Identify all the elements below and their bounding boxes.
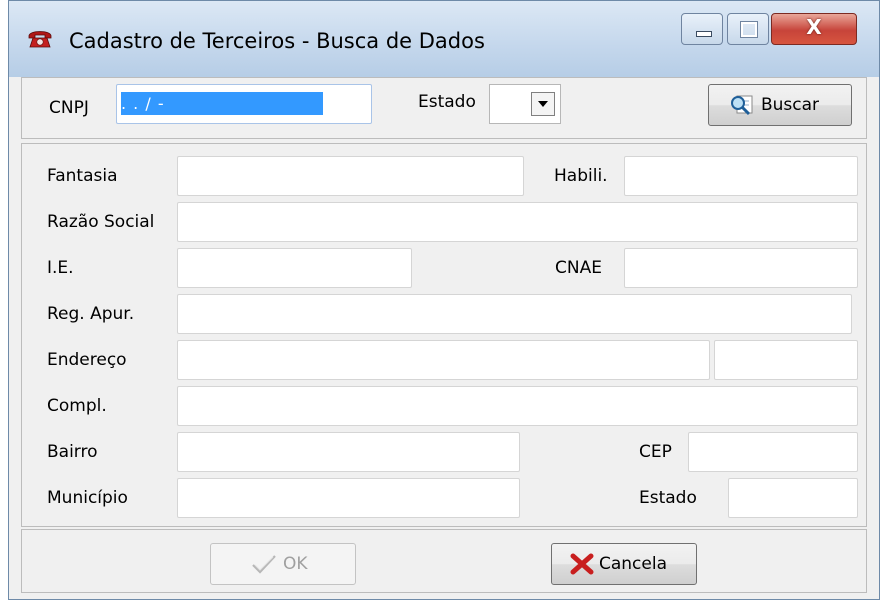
- cep-input[interactable]: [688, 432, 858, 472]
- search-panel: CNPJ . . / - Estado Buscar: [21, 77, 867, 139]
- telephone-icon: [28, 31, 52, 48]
- red-x-icon: [570, 553, 594, 575]
- dialog-window: Cadastro de Terceiros - Busca de Dados X…: [8, 0, 880, 600]
- cnae-input[interactable]: [624, 248, 858, 288]
- compl-input[interactable]: [177, 386, 858, 426]
- dropdown-arrow[interactable]: [531, 92, 555, 116]
- endereco-label: Endereço: [47, 350, 127, 370]
- bairro-label: Bairro: [47, 442, 98, 462]
- minimize-button[interactable]: [681, 13, 723, 45]
- cnae-label: CNAE: [555, 258, 602, 278]
- razao-social-label: Razão Social: [47, 212, 155, 232]
- cancel-button[interactable]: Cancela: [551, 543, 697, 585]
- cnpj-input[interactable]: . . / -: [116, 84, 372, 124]
- chevron-down-icon: [538, 101, 548, 107]
- estado-input[interactable]: [728, 478, 858, 518]
- data-form: Fantasia Habili. Razão Social I.E. CNAE …: [21, 143, 867, 527]
- reg-apur-input[interactable]: [177, 294, 852, 334]
- checkmark-icon: [252, 555, 276, 574]
- municipio-label: Município: [47, 488, 128, 508]
- ok-label: OK: [283, 554, 308, 574]
- title-bar[interactable]: Cadastro de Terceiros - Busca de Dados X: [9, 1, 879, 77]
- button-bar: OK Cancela: [21, 529, 867, 593]
- fantasia-label: Fantasia: [47, 166, 118, 186]
- municipio-input[interactable]: [177, 478, 520, 518]
- habili-input[interactable]: [624, 156, 858, 196]
- search-magnifier-icon: [731, 95, 753, 116]
- endereco-input[interactable]: [177, 340, 710, 380]
- buscar-label: Buscar: [761, 95, 820, 115]
- maximize-icon: [740, 21, 758, 38]
- habili-label: Habili.: [554, 166, 608, 186]
- cnpj-label: CNPJ: [49, 98, 89, 118]
- ie-label: I.E.: [47, 258, 74, 278]
- maximize-button[interactable]: [727, 13, 769, 45]
- estado-search-label: Estado: [418, 92, 476, 112]
- buscar-button[interactable]: Buscar: [708, 84, 852, 126]
- fantasia-input[interactable]: [177, 156, 524, 196]
- cancel-label: Cancela: [599, 554, 668, 574]
- estado-select[interactable]: [489, 84, 561, 124]
- window-title: Cadastro de Terceiros - Busca de Dados: [69, 29, 485, 53]
- razao-social-input[interactable]: [177, 202, 858, 242]
- close-icon: X: [806, 15, 822, 39]
- cep-label: CEP: [639, 442, 672, 462]
- ie-input[interactable]: [177, 248, 412, 288]
- endereco-numero-input[interactable]: [714, 340, 858, 380]
- minimize-icon: [696, 31, 712, 37]
- compl-label: Compl.: [47, 396, 107, 416]
- reg-apur-label: Reg. Apur.: [47, 304, 135, 324]
- close-button[interactable]: X: [771, 13, 857, 45]
- estado-label: Estado: [639, 488, 697, 508]
- ok-button[interactable]: OK: [210, 543, 356, 585]
- bairro-input[interactable]: [177, 432, 520, 472]
- cnpj-input-value: . . / -: [121, 92, 323, 115]
